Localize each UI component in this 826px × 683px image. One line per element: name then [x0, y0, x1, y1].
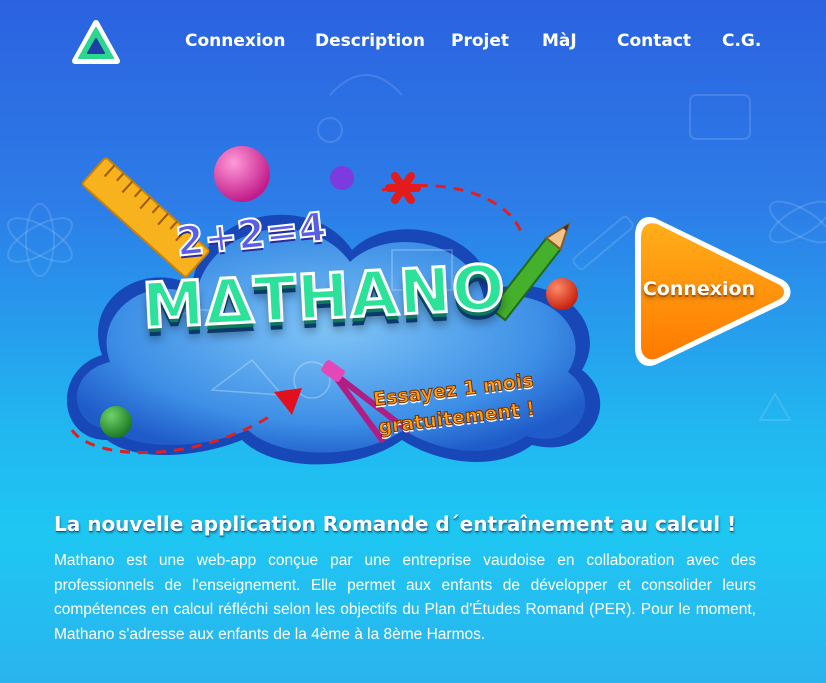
nav-link-cg[interactable]: C.G. [722, 31, 761, 51]
nav-link-description[interactable]: Description [315, 31, 425, 51]
triangle-logo-icon[interactable] [71, 19, 121, 67]
top-navigation: Connexion Description Projet MàJ Contact… [0, 0, 826, 84]
connexion-cta-label[interactable]: Connexion [637, 278, 761, 300]
page-headline: La nouvelle application Romande d´entraî… [54, 512, 737, 536]
nav-link-projet[interactable]: Projet [451, 31, 509, 51]
nav-link-maj[interactable]: MàJ [542, 31, 577, 51]
nav-link-contact[interactable]: Contact [617, 31, 691, 51]
intro-paragraph: Mathano est une web-app conçue par une e… [54, 552, 756, 643]
nav-link-connexion[interactable]: Connexion [185, 31, 285, 51]
